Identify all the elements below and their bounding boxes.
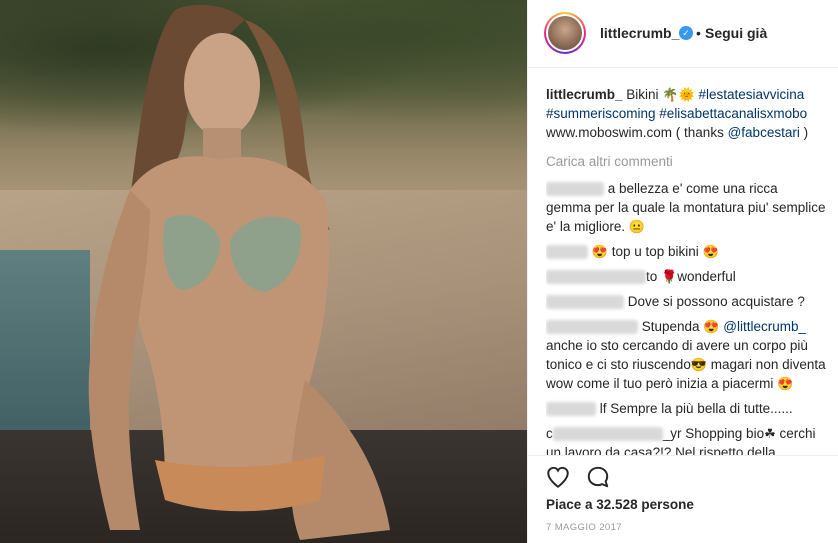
- comment-item: c _yr Shopping bio☘ cerchi un lavoro da c…: [546, 424, 826, 455]
- clover-emoji: ☘: [764, 426, 776, 441]
- post-caption: littlecrumb_ Bikini 🌴🌞 #lestatesiavvicin…: [546, 85, 826, 142]
- comment-icon[interactable]: [585, 464, 611, 490]
- comment-text: Dove si possono acquistare ?: [627, 294, 805, 309]
- caption-emojis: 🌴🌞: [662, 87, 695, 102]
- comment-item: 😍 top u top bikini 😍: [546, 242, 826, 261]
- comment-item: lf Sempre la più bella di tutte......: [546, 399, 826, 418]
- follow-button[interactable]: Segui già: [705, 25, 767, 41]
- caption-thanks-suffix: ): [803, 125, 809, 140]
- comment-item: to 🌹wonderful: [546, 267, 826, 286]
- post-actions: Piace a 32.528 persone 7 MAGGIO 2017: [528, 455, 838, 543]
- comment-username-redacted[interactable]: [546, 320, 638, 335]
- photo-subject: [88, 4, 390, 540]
- header-separator-dot: •: [696, 25, 701, 41]
- verified-badge-icon: ✓: [679, 26, 693, 40]
- post-date: 7 MAGGIO 2017: [546, 522, 622, 533]
- comment-text: Stupenda: [641, 319, 700, 334]
- comment-emoji: 😍: [703, 319, 720, 334]
- avatar-ring: [546, 14, 584, 52]
- mention-link[interactable]: @fabcestari: [728, 125, 800, 140]
- comment-username-redacted[interactable]: [546, 402, 596, 417]
- comment-item: Dove si possono acquistare ?: [546, 292, 826, 311]
- hashtag-link[interactable]: #summeriscoming: [546, 106, 656, 121]
- header-username[interactable]: littlecrumb_: [600, 25, 679, 41]
- caption-username[interactable]: littlecrumb_: [546, 87, 623, 102]
- post-sidebar: littlecrumb_ ✓ • Segui già littlecrumb_ …: [527, 0, 838, 543]
- caption-thanks-prefix: ( thanks: [675, 125, 724, 140]
- comment-item: a bellezza e' come una ricca gemma per l…: [546, 179, 826, 236]
- comment-item: Stupenda 😍 @littlecrumb_ anche io sto ce…: [546, 317, 826, 393]
- caption-site: www.moboswim.com: [546, 125, 673, 140]
- comment-username-tail: _yr Shopping bio: [662, 426, 765, 441]
- rose-emoji: 🌹: [661, 269, 678, 284]
- avatar[interactable]: [544, 12, 586, 54]
- comments-list[interactable]: littlecrumb_ Bikini 🌴🌞 #lestatesiavvicin…: [546, 85, 826, 455]
- comment-username-redacted[interactable]: [546, 295, 624, 310]
- comment-text: lf Sempre la più bella di tutte......: [599, 401, 793, 416]
- comment-username-redacted[interactable]: [552, 427, 663, 442]
- comment-username-redacted[interactable]: [546, 270, 646, 285]
- comment-text: top u top bikini: [611, 244, 699, 259]
- likes-count[interactable]: Piace a 32.528 persone: [546, 497, 694, 512]
- heart-icon[interactable]: [545, 464, 571, 490]
- post-photo[interactable]: [0, 0, 527, 543]
- caption-text: Bikini: [626, 87, 659, 102]
- hashtag-link[interactable]: #elisabettacanalisxmobo: [659, 106, 807, 121]
- mention-link[interactable]: @littlecrumb_: [723, 319, 806, 334]
- load-more-comments-button[interactable]: Carica altri commenti: [546, 152, 826, 171]
- comment-emoji: 😍: [777, 376, 794, 391]
- post-view: littlecrumb_ ✓ • Segui già littlecrumb_ …: [0, 0, 838, 543]
- comment-username-head: c: [546, 426, 553, 441]
- avatar-image: [548, 16, 582, 50]
- comment-emoji: 😍: [702, 244, 719, 259]
- comment-username-tail: to: [646, 269, 658, 284]
- comment-emoji: 😎: [690, 357, 708, 372]
- comment-text: wonderful: [677, 269, 736, 284]
- comment-emoji: 😐: [628, 219, 646, 234]
- comment-emoji: 😍: [591, 244, 608, 259]
- comment-username-redacted[interactable]: [546, 245, 588, 260]
- comment-username-redacted[interactable]: [546, 182, 604, 197]
- hashtag-link[interactable]: #lestatesiavvicina: [698, 87, 804, 102]
- post-header: littlecrumb_ ✓ • Segui già: [528, 0, 838, 68]
